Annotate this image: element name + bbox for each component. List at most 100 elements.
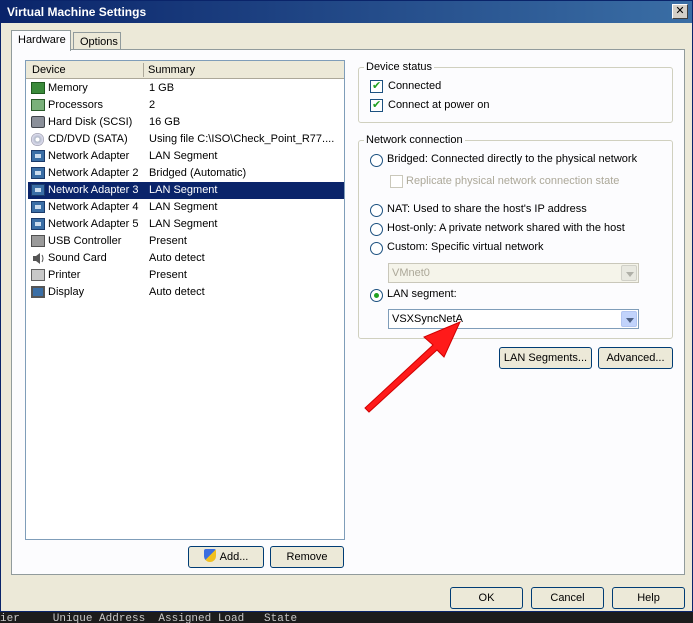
add-device-label: Add... xyxy=(219,551,249,563)
lan-segment-label[interactable]: LAN segment: xyxy=(387,288,457,300)
nat-label[interactable]: NAT: Used to share the host's IP address xyxy=(387,203,587,215)
background-console-text: ier Unique Address Assigned Load State xyxy=(0,612,693,623)
device-list[interactable]: Device Summary Memory 1 GB Processors 2 … xyxy=(25,60,345,540)
device-summary: LAN Segment xyxy=(149,218,218,230)
device-name: Network Adapter xyxy=(48,150,130,162)
chevron-down-icon[interactable] xyxy=(621,311,637,327)
chevron-down-icon[interactable] xyxy=(621,265,637,281)
device-name: Hard Disk (SCSI) xyxy=(48,116,133,128)
help-label: Help xyxy=(637,592,660,604)
device-summary: LAN Segment xyxy=(149,150,218,162)
device-summary: 16 GB xyxy=(149,116,181,128)
device-status-group xyxy=(358,67,673,123)
cancel-label: Cancel xyxy=(550,592,585,604)
device-status-title: Device status xyxy=(364,61,435,73)
replicate-state-label: Replicate physical network connection st… xyxy=(406,175,620,187)
device-row-processors[interactable]: Processors 2 xyxy=(28,97,344,114)
memory-icon xyxy=(31,82,45,94)
window-title: Virtual Machine Settings xyxy=(7,5,147,19)
tab-options-label: Options xyxy=(80,36,118,48)
device-name: Printer xyxy=(48,269,81,281)
device-summary: 2 xyxy=(149,99,156,111)
shield-icon xyxy=(203,549,216,562)
network-adapter-icon xyxy=(31,150,45,162)
device-name: Network Adapter 2 xyxy=(48,167,139,179)
device-row-network-adapter-4[interactable]: Network Adapter 4 LAN Segment xyxy=(28,199,344,216)
custom-network-select[interactable]: VMnet0 xyxy=(388,263,639,283)
nat-radio[interactable] xyxy=(370,204,383,217)
title-bar[interactable]: Virtual Machine Settings ✕ xyxy=(1,1,692,23)
custom-label[interactable]: Custom: Specific virtual network xyxy=(387,241,544,253)
device-row-network-adapter-3[interactable]: Network Adapter 3 LAN Segment xyxy=(28,182,344,199)
lan-segment-select[interactable]: VSXSyncNetA xyxy=(388,309,639,329)
replicate-state-checkbox[interactable] xyxy=(390,175,403,188)
network-adapter-icon xyxy=(31,167,45,179)
ok-button[interactable]: OK xyxy=(450,587,523,609)
device-name: Memory xyxy=(48,82,88,94)
cd-dvd-icon xyxy=(31,133,44,146)
device-name: Network Adapter 5 xyxy=(48,218,139,230)
add-device-button[interactable]: Add... xyxy=(188,546,264,568)
remove-device-label: Remove xyxy=(286,551,328,563)
host-only-label[interactable]: Host-only: A private network shared with… xyxy=(387,222,625,234)
device-name: Processors xyxy=(48,99,104,111)
device-summary: Auto detect xyxy=(149,286,205,298)
device-name: Network Adapter 4 xyxy=(48,201,139,213)
device-summary: 1 GB xyxy=(149,82,175,94)
device-summary: Present xyxy=(149,269,187,281)
advanced-button[interactable]: Advanced... xyxy=(598,347,673,369)
network-adapter-icon xyxy=(31,218,45,230)
device-row-usb-controller[interactable]: USB Controller Present xyxy=(28,233,344,250)
network-adapter-icon xyxy=(31,201,45,213)
device-row-memory[interactable]: Memory 1 GB xyxy=(28,80,344,97)
lan-segments-button[interactable]: LAN Segments... xyxy=(499,347,592,369)
ok-label: OK xyxy=(478,592,495,604)
device-summary: Auto detect xyxy=(149,252,205,264)
lan-segment-radio[interactable] xyxy=(370,289,383,302)
device-list-header: Device Summary xyxy=(26,61,344,79)
device-summary: LAN Segment xyxy=(149,184,218,196)
device-summary: Bridged (Automatic) xyxy=(149,167,247,179)
device-name: Network Adapter 3 xyxy=(48,184,139,196)
device-row-sound-card[interactable]: Sound Card Auto detect xyxy=(28,250,344,267)
connect-at-power-on-checkbox[interactable] xyxy=(370,98,383,112)
remove-device-button[interactable]: Remove xyxy=(270,546,344,568)
device-row-network-adapter-5[interactable]: Network Adapter 5 LAN Segment xyxy=(28,216,344,233)
network-adapter-icon xyxy=(31,184,45,196)
network-connection-title: Network connection xyxy=(364,134,465,146)
cancel-button[interactable]: Cancel xyxy=(531,587,604,609)
device-row-cd-dvd[interactable]: CD/DVD (SATA) Using file C:\ISO\Check_Po… xyxy=(28,131,344,148)
device-summary: LAN Segment xyxy=(149,201,218,213)
help-button[interactable]: Help xyxy=(612,587,685,609)
tab-hardware[interactable]: Hardware xyxy=(11,30,71,51)
device-name: CD/DVD (SATA) xyxy=(48,133,128,145)
connected-label[interactable]: Connected xyxy=(388,80,441,92)
connect-at-power-on-label[interactable]: Connect at power on xyxy=(388,99,490,111)
printer-icon xyxy=(31,269,45,281)
vm-settings-window: Virtual Machine Settings ✕ Hardware Opti… xyxy=(0,0,693,612)
advanced-label: Advanced... xyxy=(606,352,665,364)
host-only-radio[interactable] xyxy=(370,223,383,236)
tab-hardware-label: Hardware xyxy=(18,34,66,46)
device-name: Display xyxy=(48,286,85,298)
tab-options[interactable]: Options xyxy=(73,32,121,50)
device-row-printer[interactable]: Printer Present xyxy=(28,267,344,284)
custom-radio[interactable] xyxy=(370,242,383,255)
lan-segments-label: LAN Segments... xyxy=(503,352,588,364)
hard-disk-icon xyxy=(31,116,45,128)
device-row-network-adapter-2[interactable]: Network Adapter 2 Bridged (Automatic) xyxy=(28,165,344,182)
device-name: USB Controller xyxy=(48,235,122,247)
bridged-radio[interactable] xyxy=(370,154,383,167)
device-row-hard-disk[interactable]: Hard Disk (SCSI) 16 GB xyxy=(28,114,344,131)
device-row-network-adapter[interactable]: Network Adapter LAN Segment xyxy=(28,148,344,165)
column-summary[interactable]: Summary xyxy=(148,64,195,76)
column-separator[interactable] xyxy=(143,63,144,77)
device-summary: Using file C:\ISO\Check_Point_R77.... xyxy=(149,133,335,145)
custom-network-value: VMnet0 xyxy=(392,267,430,279)
connected-checkbox[interactable] xyxy=(370,79,383,93)
column-device[interactable]: Device xyxy=(32,64,66,76)
device-row-display[interactable]: Display Auto detect xyxy=(28,284,344,301)
lan-segment-value: VSXSyncNetA xyxy=(392,313,463,325)
bridged-label[interactable]: Bridged: Connected directly to the physi… xyxy=(387,153,637,165)
close-icon[interactable]: ✕ xyxy=(672,4,688,19)
